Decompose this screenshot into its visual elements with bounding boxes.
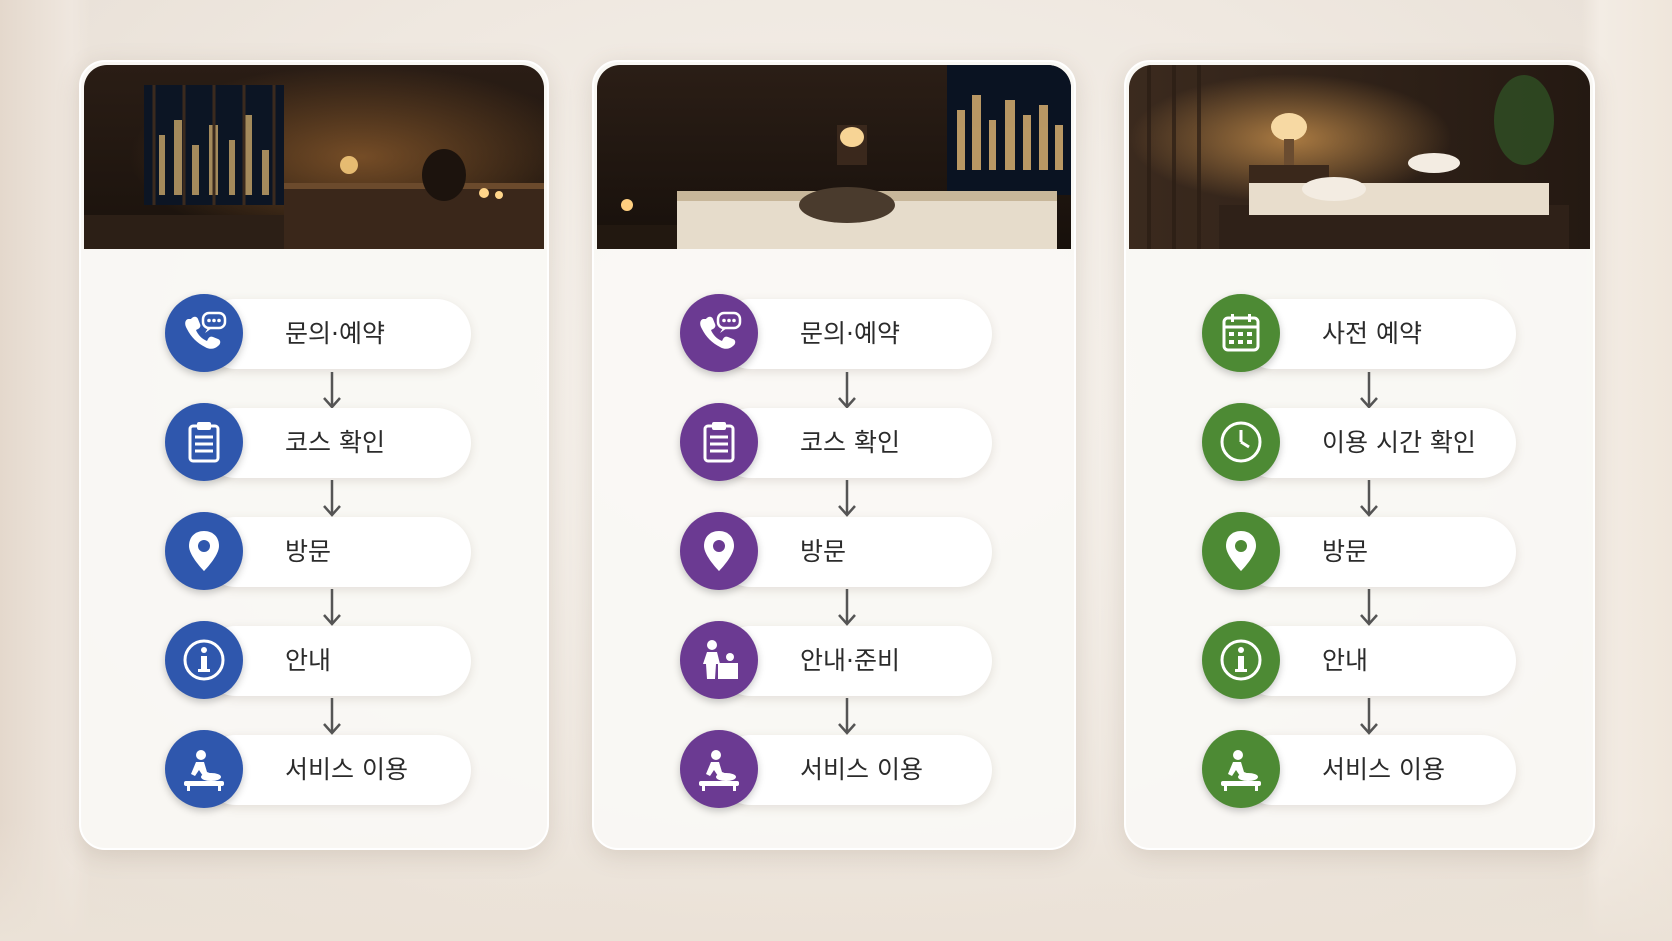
massage-icon xyxy=(680,730,758,808)
process-step: 사전 예약 xyxy=(1202,294,1516,372)
step-label: 서비스 이용 xyxy=(800,755,923,784)
down-arrow-icon xyxy=(835,370,859,410)
step-label: 방문 xyxy=(285,537,332,566)
location-pin-icon xyxy=(680,512,758,590)
down-arrow-icon xyxy=(320,370,344,410)
process-step: 코스 확인 xyxy=(680,403,992,481)
process-step: 이용 시간 확인 xyxy=(1202,403,1516,481)
process-step: 방문 xyxy=(1202,512,1516,590)
step-label: 코스 확인 xyxy=(285,428,385,457)
process-step: 안내 xyxy=(1202,621,1516,699)
down-arrow-icon xyxy=(320,587,344,627)
down-arrow-icon xyxy=(835,696,859,736)
process-step: 코스 확인 xyxy=(165,403,471,481)
down-arrow-icon xyxy=(320,478,344,518)
phone-chat-icon xyxy=(680,294,758,372)
down-arrow-icon xyxy=(320,696,344,736)
process-step: 문의·예약 xyxy=(680,294,992,372)
calendar-icon xyxy=(1202,294,1280,372)
background-blur-right xyxy=(1582,0,1672,941)
step-label: 서비스 이용 xyxy=(1322,755,1445,784)
step-label: 방문 xyxy=(1322,537,1369,566)
process-step: 서비스 이용 xyxy=(165,730,471,808)
spa-lobby-photo xyxy=(84,65,544,249)
step-label: 방문 xyxy=(800,537,847,566)
phone-chat-icon xyxy=(165,294,243,372)
process-card-1: 문의·예약코스 확인방문안내서비스 이용 xyxy=(79,60,549,850)
process-card-2: 문의·예약코스 확인방문안내·준비서비스 이용 xyxy=(592,60,1076,850)
step-label: 안내 xyxy=(1322,646,1369,675)
massage-icon xyxy=(165,730,243,808)
step-label: 서비스 이용 xyxy=(285,755,408,784)
process-step: 안내 xyxy=(165,621,471,699)
spa-massage-room-photo xyxy=(1129,65,1590,249)
down-arrow-icon xyxy=(1357,587,1381,627)
step-label: 문의·예약 xyxy=(285,319,385,348)
clock-icon xyxy=(1202,403,1280,481)
info-icon xyxy=(165,621,243,699)
preparation-icon xyxy=(680,621,758,699)
step-label: 이용 시간 확인 xyxy=(1322,428,1476,457)
location-pin-icon xyxy=(1202,512,1280,590)
process-step: 방문 xyxy=(680,512,992,590)
process-step: 서비스 이용 xyxy=(680,730,992,808)
background-blur-left xyxy=(0,0,90,941)
clipboard-icon xyxy=(165,403,243,481)
process-step: 방문 xyxy=(165,512,471,590)
step-label: 안내 xyxy=(285,646,332,675)
process-step: 문의·예약 xyxy=(165,294,471,372)
down-arrow-icon xyxy=(835,587,859,627)
process-step: 서비스 이용 xyxy=(1202,730,1516,808)
step-label: 사전 예약 xyxy=(1322,319,1422,348)
down-arrow-icon xyxy=(1357,370,1381,410)
spa-room-city-photo xyxy=(597,65,1071,249)
location-pin-icon xyxy=(165,512,243,590)
info-icon xyxy=(1202,621,1280,699)
down-arrow-icon xyxy=(1357,478,1381,518)
massage-icon xyxy=(1202,730,1280,808)
step-label: 코스 확인 xyxy=(800,428,900,457)
down-arrow-icon xyxy=(835,478,859,518)
process-card-3: 사전 예약이용 시간 확인방문안내서비스 이용 xyxy=(1124,60,1595,850)
clipboard-icon xyxy=(680,403,758,481)
step-label: 안내·준비 xyxy=(800,646,900,675)
step-label: 문의·예약 xyxy=(800,319,900,348)
process-step: 안내·준비 xyxy=(680,621,992,699)
down-arrow-icon xyxy=(1357,696,1381,736)
